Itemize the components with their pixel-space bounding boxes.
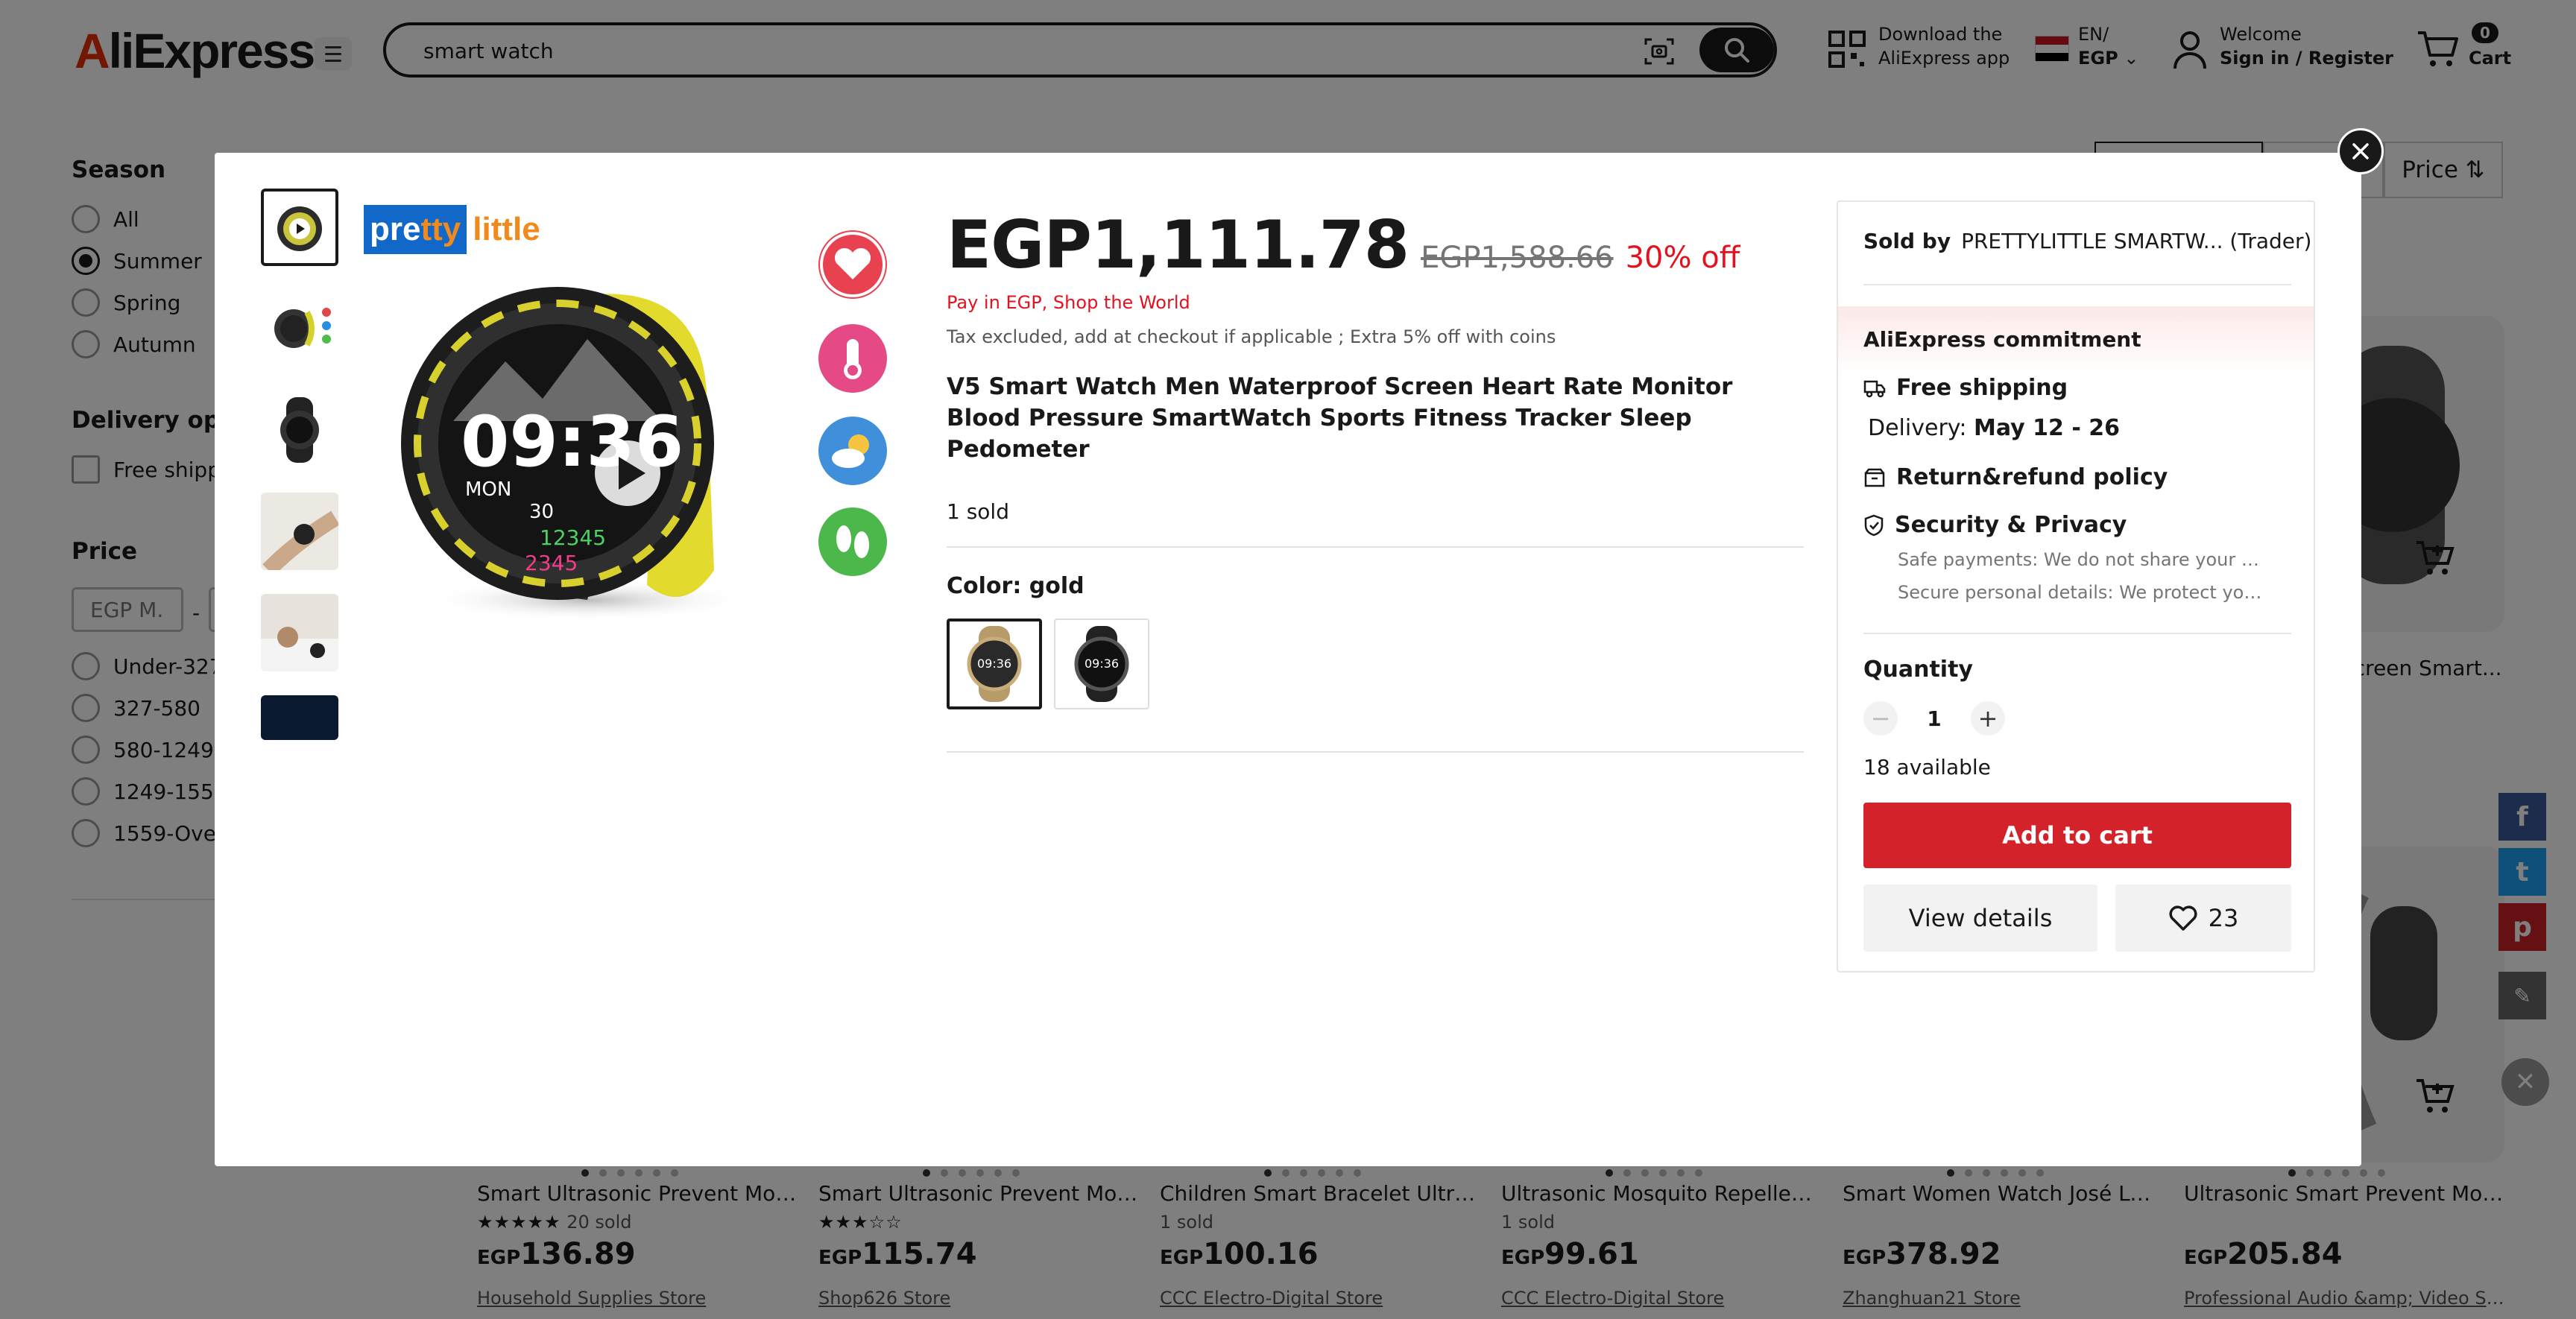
security-privacy-row[interactable]: Security & Privacy [1863, 512, 2127, 538]
divider [947, 751, 1804, 753]
view-details-button[interactable]: View details [1863, 885, 2097, 952]
close-modal-button[interactable] [2337, 128, 2384, 174]
original-price: EGP1,588.66 [1421, 241, 1614, 275]
svg-text:09:36: 09:36 [1085, 657, 1119, 671]
wishlist-count: 23 [2208, 904, 2239, 932]
color-swatches: 09:36 09:36 [947, 619, 1804, 709]
watch-face-steps: 12345 [540, 525, 606, 550]
color-swatch-gold[interactable]: 09:36 [947, 619, 1042, 709]
weather-feature-icon [818, 417, 887, 485]
close-icon [2352, 143, 2369, 159]
wishlist-button[interactable]: 23 [2115, 885, 2291, 952]
security-label: Security & Privacy [1895, 512, 2127, 538]
color-swatch-black[interactable]: 09:36 [1054, 619, 1149, 709]
heart-icon [2169, 905, 2197, 931]
main-product-image[interactable]: 09:36 MON 30 12345 2345 [364, 197, 781, 734]
product-info: EGP1,111.78 EGP1,588.66 30% off Pay in E… [947, 206, 1804, 753]
tax-note: Tax excluded, add at checkout if applica… [947, 326, 1556, 347]
truck-icon [1863, 380, 1886, 397]
seller-type: (Trader) [2229, 229, 2312, 253]
thumbnail-image[interactable] [261, 493, 338, 570]
divider [947, 546, 1804, 548]
watch-face-heart-rate: 2345 [525, 551, 578, 575]
quantity-label: Quantity [1863, 657, 1973, 683]
svg-text:09:36: 09:36 [977, 657, 1011, 671]
thumbnail-image[interactable] [261, 695, 338, 740]
seller-name-link[interactable]: PRETTYLITTLE SMARTW... [1961, 229, 2223, 253]
free-shipping-row[interactable]: Free shipping [1863, 375, 2068, 401]
product-title: V5 Smart Watch Men Waterproof Screen Hea… [947, 373, 1733, 463]
color-label: Color: gold [947, 573, 1085, 599]
add-to-cart-button[interactable]: Add to cart [1863, 803, 2291, 868]
stock-available: 18 available [1863, 755, 1991, 779]
current-price: EGP1,111.78 [947, 206, 1409, 283]
steps-feature-icon [818, 507, 887, 576]
quantity-value[interactable]: 1 [1923, 706, 1945, 731]
thumbnail-image[interactable] [261, 290, 338, 367]
delivery-label: Delivery: [1868, 415, 1967, 441]
watch-face-date: 30 [529, 501, 554, 523]
discount-badge: 30% off [1625, 241, 1740, 275]
quantity-increase-button[interactable]: + [1971, 701, 2005, 736]
divider [1863, 633, 2291, 634]
thumbnail-image[interactable] [261, 391, 338, 469]
watch-face-day: MON [465, 478, 511, 501]
pay-in-currency-note: Pay in EGP, Shop the World [947, 292, 1190, 313]
seller-info: Sold by PRETTYLITTLE SMARTW... (Trader) [1863, 229, 2311, 253]
sold-count: 1 sold [947, 499, 1009, 524]
free-shipping-label: Free shipping [1896, 375, 2068, 401]
heart-rate-feature-icon [818, 230, 887, 299]
return-box-icon [1864, 468, 1885, 487]
return-policy-row[interactable]: Return&refund policy [1863, 464, 2168, 490]
thermometer-feature-icon [818, 324, 887, 393]
delivery-estimate: Delivery: May 12 - 26 [1868, 415, 2120, 441]
quantity-stepper: − 1 + [1863, 701, 2005, 736]
delivery-dates: May 12 - 26 [1974, 415, 2121, 441]
commitment-title: AliExpress commitment [1863, 327, 2141, 352]
thumbnail-video[interactable] [261, 189, 338, 266]
secure-details-note: Secure personal details: We protect your… [1898, 582, 2270, 603]
thumbnail-list [261, 189, 338, 764]
safe-payments-note: Safe payments: We do not share your pers… [1898, 549, 2270, 570]
shield-icon [1864, 514, 1884, 536]
divider [1863, 284, 2291, 285]
quick-view-modal: prettylittle 09:36 MON 30 12345 2345 EG [215, 153, 2361, 1166]
quantity-decrease-button[interactable]: − [1863, 701, 1898, 736]
thumbnail-image[interactable] [261, 594, 338, 671]
return-policy-label: Return&refund policy [1896, 464, 2168, 490]
sold-by-label: Sold by [1863, 229, 1951, 253]
purchase-panel: Sold by PRETTYLITTLE SMARTW... (Trader) A… [1837, 200, 2315, 972]
